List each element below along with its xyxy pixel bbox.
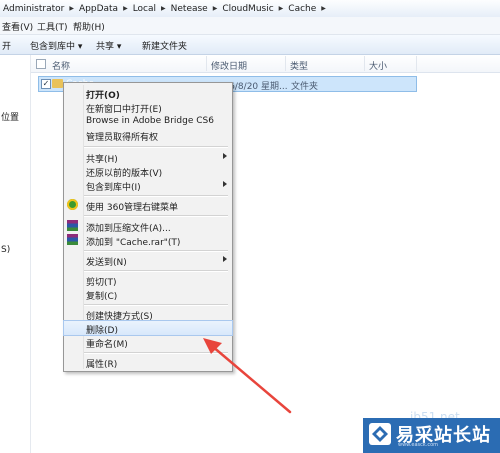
arrow-line — [210, 344, 292, 414]
annotation-arrow — [203, 338, 292, 414]
watermark-url: www.easck.com — [398, 442, 439, 448]
brand-logo-icon — [369, 423, 391, 445]
brand-logo-mark — [372, 426, 388, 442]
